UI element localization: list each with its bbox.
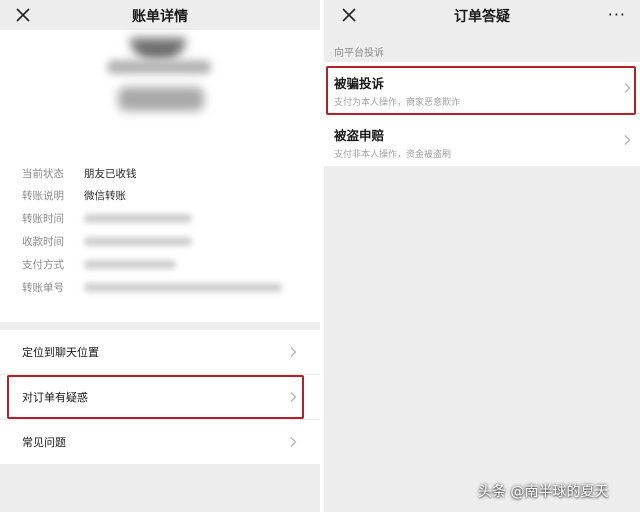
order-help-screen: 订单答疑 ··· 向平台投诉 被骗投诉 支付为本人操作，商家恶意欺诈 被盗申赔 … xyxy=(324,0,640,512)
page-title: 订单答疑 xyxy=(454,9,510,25)
faq-button[interactable]: 常见问题 xyxy=(0,420,320,464)
detail-label: 支付方式 xyxy=(22,259,64,271)
detail-label: 转账说明 xyxy=(22,190,64,202)
detail-value: 朋友已收钱 xyxy=(84,168,137,180)
menu-label: 常见问题 xyxy=(22,436,66,449)
detail-value-redacted xyxy=(84,214,192,223)
chevron-right-icon xyxy=(288,436,298,448)
item-description: 支付为本人操作，商家恶意欺诈 xyxy=(334,98,461,108)
list-item-fraud-complaint[interactable]: 被骗投诉 支付为本人操作，商家恶意欺诈 xyxy=(324,62,640,114)
item-title: 被骗投诉 xyxy=(334,76,385,91)
list-item-theft-claim[interactable]: 被盗申赔 支付非本人操作，资金被盗刷 xyxy=(324,114,640,166)
detail-value-redacted xyxy=(84,237,192,246)
order-question-button[interactable]: 对订单有疑惑 xyxy=(0,375,320,419)
menu-label: 定位到聊天位置 xyxy=(22,346,99,359)
nav-bar: 订单答疑 ··· xyxy=(324,0,640,30)
amount-redacted xyxy=(118,87,204,111)
item-title: 被盗申赔 xyxy=(334,128,385,143)
more-icon[interactable]: ··· xyxy=(608,5,626,24)
section-header: 向平台投诉 xyxy=(334,48,384,59)
detail-value-redacted xyxy=(84,260,176,269)
detail-label: 转账单号 xyxy=(22,282,64,294)
payee-name-redacted xyxy=(107,60,211,74)
menu-label: 对订单有疑惑 xyxy=(22,391,88,404)
bill-detail-card: 当前状态 朋友已收钱 转账说明 微信转账 转账时间 收款时间 支付方式 转账单号 xyxy=(0,30,320,322)
page-title: 账单详情 xyxy=(132,9,188,25)
chevron-right-icon xyxy=(288,346,298,358)
item-description: 支付非本人操作，资金被盗刷 xyxy=(334,150,452,160)
section-gap xyxy=(0,322,320,330)
nav-bar: 账单详情 xyxy=(0,0,320,30)
chevron-right-icon xyxy=(288,391,298,403)
chevron-right-icon xyxy=(622,134,632,146)
chevron-right-icon xyxy=(622,82,632,94)
detail-label: 收款时间 xyxy=(22,236,64,248)
bill-details-screen: 账单详情 当前状态 朋友已收钱 转账说明 微信转账 转账时间 收款时间 支付方式… xyxy=(0,0,320,512)
detail-label: 当前状态 xyxy=(22,168,64,180)
detail-value: 微信转账 xyxy=(84,190,126,202)
detail-label: 转账时间 xyxy=(22,213,64,225)
complaint-list: 被骗投诉 支付为本人操作，商家恶意欺诈 被盗申赔 支付非本人操作，资金被盗刷 xyxy=(324,62,640,166)
detail-value-redacted xyxy=(84,283,282,292)
watermark: 头条 @南半球的夏天 xyxy=(478,484,609,500)
avatar xyxy=(130,38,186,60)
locate-chat-button[interactable]: 定位到聊天位置 xyxy=(0,330,320,374)
